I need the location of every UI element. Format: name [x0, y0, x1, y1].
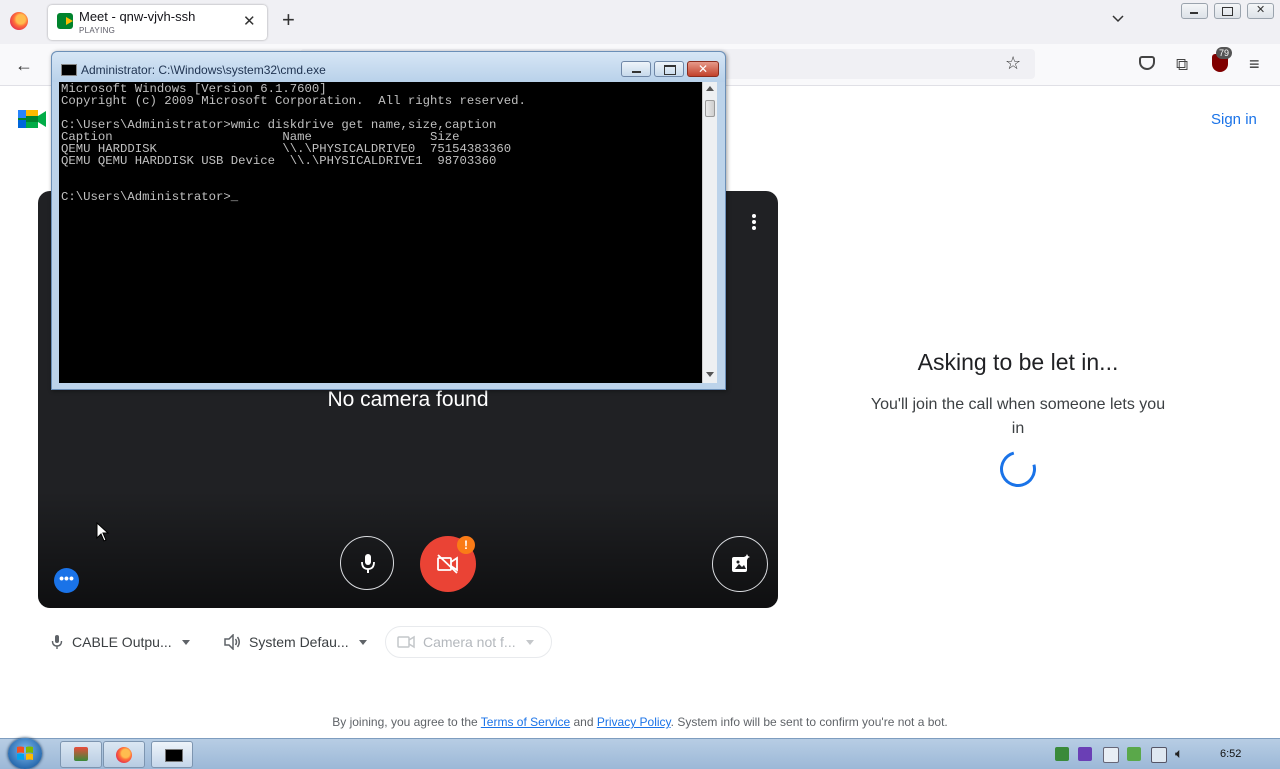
footer-suffix: . System info will be sent to confirm yo…	[670, 715, 948, 729]
chevron-down-icon[interactable]	[1112, 12, 1124, 24]
extensions-puzzle-icon[interactable]: ⧉	[1176, 55, 1188, 75]
firefox-icon	[116, 747, 132, 763]
new-tab-icon[interactable]: +	[282, 9, 295, 31]
cmd-minimize-button[interactable]	[621, 61, 651, 77]
google-meet-logo-icon	[18, 110, 46, 128]
tab-audio-status: PLAYING	[79, 26, 116, 35]
close-window-button[interactable]: ✕	[1247, 3, 1274, 19]
speaker-selector[interactable]: System Defau...	[223, 628, 367, 656]
cmd-output: Microsoft Windows [Version 6.1.7600] Cop…	[61, 82, 526, 204]
windows-logo-icon	[17, 746, 33, 760]
camera-selector[interactable]: Camera not f...	[385, 626, 552, 658]
chevron-down-icon	[358, 639, 367, 645]
microphone-icon	[361, 554, 375, 573]
tray-display-icon[interactable]	[1151, 747, 1167, 763]
hamburger-menu-icon[interactable]: ≡	[1249, 54, 1260, 75]
cmd-icon	[61, 64, 77, 76]
speaker-selector-label: System Defau...	[249, 634, 349, 650]
restore-window-button[interactable]	[1214, 3, 1241, 19]
chevron-down-icon	[181, 639, 190, 645]
bookmark-star-icon[interactable]: ☆	[1005, 53, 1021, 74]
cmd-close-button[interactable]: ✕	[687, 61, 719, 77]
scroll-down-arrow-icon[interactable]	[706, 372, 714, 377]
microphone-icon	[51, 635, 63, 649]
preview-bottom-gradient	[38, 491, 778, 608]
taskbar-item-firefox[interactable]	[103, 741, 145, 768]
footer-prefix: By joining, you agree to the	[332, 715, 481, 729]
cmd-title-bar[interactable]: Administrator: C:\Windows\system32\cmd.e…	[52, 52, 725, 82]
camera-icon	[397, 635, 415, 649]
sign-in-link[interactable]: Sign in	[1211, 111, 1257, 128]
camera-selector-label: Camera not f...	[423, 634, 516, 650]
more-options-icon[interactable]	[748, 211, 760, 233]
speaker-icon	[224, 634, 240, 650]
pocket-icon[interactable]	[1139, 56, 1155, 70]
back-arrow-icon[interactable]: ←	[15, 55, 33, 76]
microphone-selector-label: CABLE Outpu...	[72, 634, 172, 650]
camera-off-icon	[437, 554, 458, 574]
microphone-selector[interactable]: CABLE Outpu...	[50, 628, 190, 656]
effects-icon	[732, 554, 750, 572]
privacy-policy-link[interactable]: Privacy Policy	[597, 715, 671, 729]
scroll-up-arrow-icon[interactable]	[706, 86, 714, 91]
chevron-down-icon	[525, 639, 534, 645]
cmd-window[interactable]: Administrator: C:\Windows\system32\cmd.e…	[51, 51, 726, 390]
app-icon	[74, 747, 88, 761]
windows-taskbar: 🔈︎ 6:52	[0, 738, 1280, 769]
tray-safely-remove-icon[interactable]	[1127, 747, 1141, 761]
browser-tab-meet[interactable]: Meet - qnw-vjvh-ssh PLAYING ✕	[48, 5, 267, 40]
ublock-blocked-count-badge: 79	[1216, 47, 1233, 59]
visual-effects-button[interactable]	[712, 536, 768, 592]
cmd-maximize-button[interactable]	[654, 61, 684, 77]
mouse-cursor-icon	[96, 522, 110, 542]
minimize-window-button[interactable]	[1181, 3, 1208, 19]
windows-start-button[interactable]	[8, 738, 42, 769]
camera-warning-icon: !	[457, 536, 475, 554]
more-actions-button[interactable]: •••	[54, 568, 79, 593]
terms-of-service-link[interactable]: Terms of Service	[481, 715, 570, 729]
loading-spinner-icon	[993, 444, 1043, 494]
cmd-scrollbar[interactable]	[702, 82, 717, 383]
join-status-heading: Asking to be let in...	[917, 349, 1119, 375]
terms-footer: By joining, you agree to the Terms of Se…	[0, 715, 1280, 729]
no-camera-message: No camera found	[327, 388, 489, 411]
taskbar-clock[interactable]: 6:52	[1220, 748, 1241, 760]
meet-favicon-icon	[57, 13, 73, 29]
cmd-console[interactable]: Microsoft Windows [Version 6.1.7600] Cop…	[59, 82, 717, 383]
firefox-icon[interactable]	[10, 12, 28, 30]
tray-volume-icon[interactable]: 🔈︎	[1175, 745, 1183, 762]
taskbar-item-cmd[interactable]	[151, 741, 193, 768]
tab-title: Meet - qnw-vjvh-ssh	[79, 9, 196, 24]
tray-microphone-icon[interactable]	[1078, 747, 1092, 761]
cmd-icon	[165, 749, 183, 762]
tray-network-icon[interactable]	[1055, 747, 1069, 761]
browser-tab-bar: Meet - qnw-vjvh-ssh PLAYING ✕ + ✕	[0, 0, 1280, 44]
footer-and: and	[570, 715, 597, 729]
taskbar-item-app[interactable]	[60, 741, 102, 768]
microphone-toggle-button[interactable]	[340, 536, 394, 590]
tray-document-icon[interactable]	[1103, 747, 1119, 763]
close-tab-icon[interactable]: ✕	[243, 12, 256, 30]
cmd-scrollbar-thumb[interactable]	[705, 100, 715, 117]
cmd-window-title: Administrator: C:\Windows\system32\cmd.e…	[81, 63, 326, 77]
join-status-note: You'll join the call when someone lets y…	[870, 396, 1166, 437]
